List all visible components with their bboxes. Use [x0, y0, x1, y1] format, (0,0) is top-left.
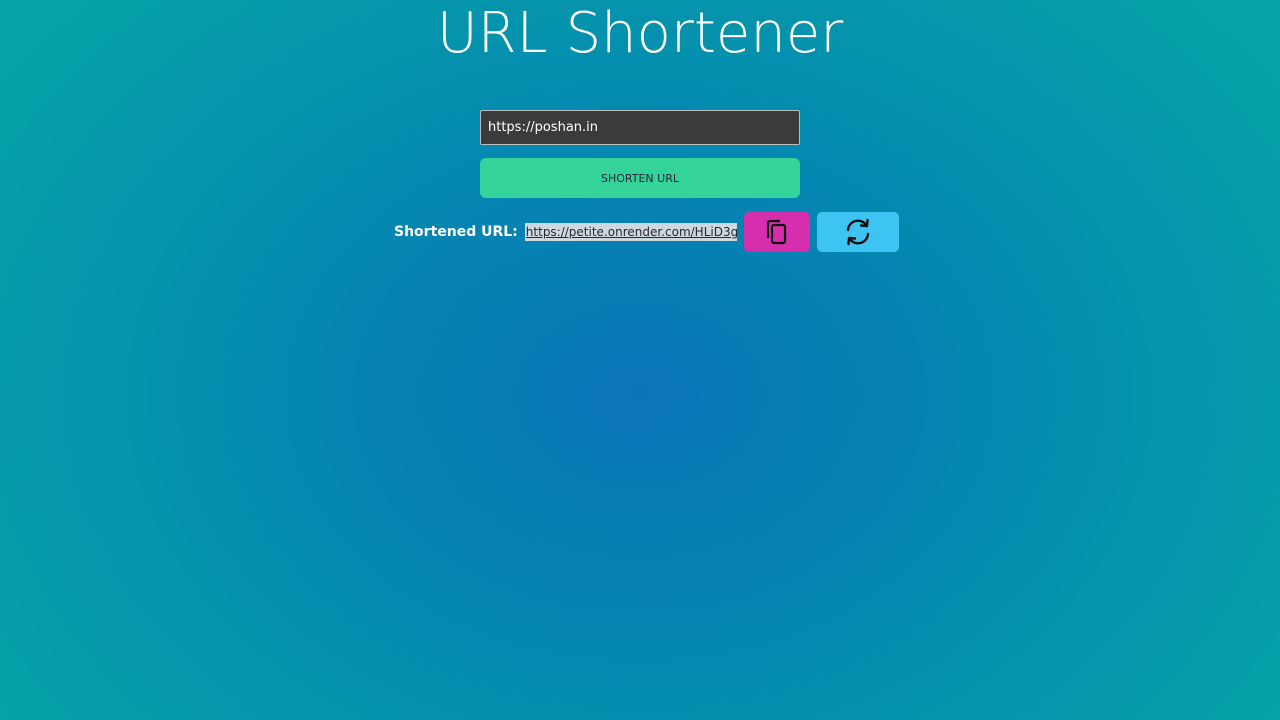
refresh-button[interactable]: [816, 211, 899, 252]
copy-button[interactable]: [743, 211, 810, 252]
url-input[interactable]: [480, 110, 800, 145]
copy-icon: [766, 219, 786, 244]
shortened-url-link[interactable]: https://petite.onrender.com/HLiD3g: [524, 222, 737, 241]
page-title: URL Shortener: [436, 1, 844, 66]
shortened-url-label: Shortened URL:: [394, 223, 518, 240]
result-row: Shortened URL: https://petite.onrender.c…: [394, 211, 899, 252]
shorten-url-button[interactable]: SHORTEN URL: [480, 158, 800, 198]
refresh-icon: [846, 218, 869, 245]
